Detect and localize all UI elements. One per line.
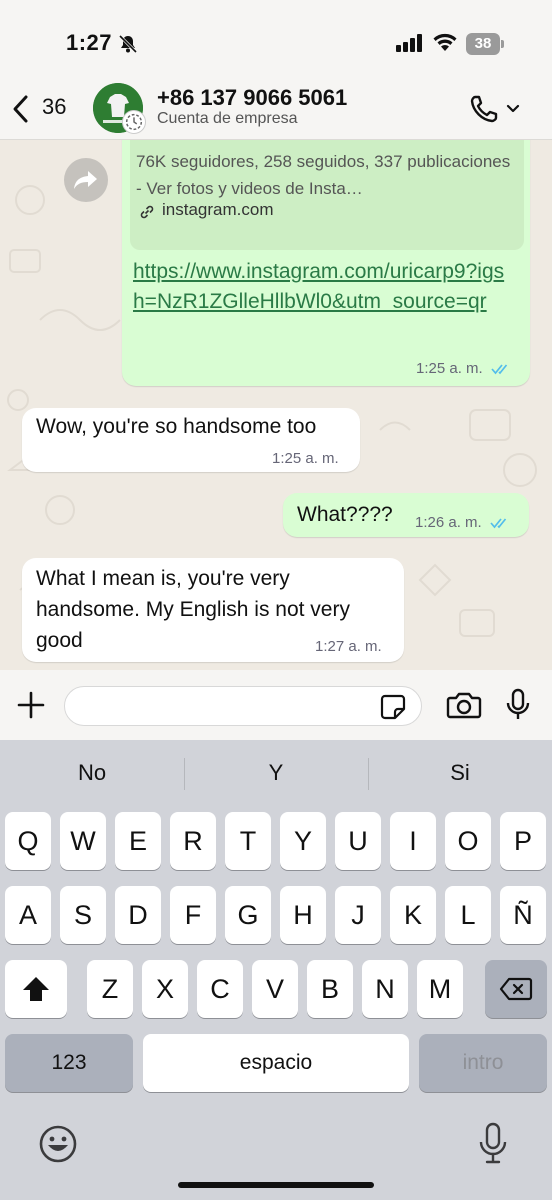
message-composer [0, 670, 552, 740]
key-l[interactable]: L [445, 886, 491, 944]
key-g[interactable]: G [225, 886, 271, 944]
phone-icon[interactable] [470, 93, 522, 125]
key-d[interactable]: D [115, 886, 161, 944]
forward-button[interactable] [64, 158, 108, 202]
cellular-signal-icon [396, 34, 422, 52]
battery-icon: 38 [466, 33, 504, 55]
message-link[interactable]: https://www.instagram.com/uricarp9?igsh=… [133, 257, 513, 317]
link-preview-description: 76K seguidores, 258 seguidos, 337 public… [136, 152, 511, 198]
business-badge-icon [122, 110, 146, 134]
numbers-key[interactable]: 123 [5, 1034, 133, 1092]
read-ticks-icon [490, 518, 507, 529]
message-bubble-incoming[interactable]: What I mean is, you're very handsome. My… [22, 558, 404, 662]
suggestion-3[interactable]: Si [368, 760, 552, 786]
sticker-icon[interactable] [380, 694, 406, 720]
message-text: What???? [297, 503, 393, 526]
key-m[interactable]: M [417, 960, 463, 1018]
home-indicator [178, 1182, 374, 1188]
key-n-tilde[interactable]: Ñ [500, 886, 546, 944]
wifi-icon [433, 33, 457, 51]
chat-header: 36 +86 137 9066 5061 Cuenta de empresa [0, 80, 552, 140]
link-icon [140, 205, 154, 219]
back-unread-count[interactable]: 36 [42, 94, 66, 120]
delete-key[interactable] [485, 960, 547, 1018]
message-time: 1:25 a. m. [416, 360, 483, 377]
space-key[interactable]: espacio [143, 1034, 409, 1092]
microphone-icon[interactable] [505, 688, 531, 722]
message-meta: 1:26 a. m. [415, 514, 512, 531]
message-time: 1:26 a. m. [415, 514, 482, 531]
key-p[interactable]: P [500, 812, 546, 870]
message-bubble-outgoing[interactable]: What???? 1:26 a. m. [283, 493, 529, 537]
status-bar: 1:27 38 [0, 0, 552, 80]
key-u[interactable]: U [335, 812, 381, 870]
read-ticks-icon [491, 364, 508, 375]
key-y[interactable]: Y [280, 812, 326, 870]
key-o[interactable]: O [445, 812, 491, 870]
message-meta: 1:25 a. m. [416, 360, 513, 377]
contact-name[interactable]: +86 137 9066 5061 [157, 85, 347, 111]
key-j[interactable]: J [335, 886, 381, 944]
contact-subtitle: Cuenta de empresa [157, 110, 298, 127]
status-time: 1:27 [66, 30, 113, 55]
key-q[interactable]: Q [5, 812, 51, 870]
message-bubble-incoming[interactable]: Wow, you're so handsome too 1:25 a. m. [22, 408, 360, 472]
key-f[interactable]: F [170, 886, 216, 944]
message-input[interactable] [64, 686, 422, 726]
key-b[interactable]: B [307, 960, 353, 1018]
key-v[interactable]: V [252, 960, 298, 1018]
key-x[interactable]: X [142, 960, 188, 1018]
key-z[interactable]: Z [87, 960, 133, 1018]
message-time: 1:27 a. m. [315, 638, 382, 655]
suggestion-2[interactable]: Y [184, 760, 368, 786]
dictation-mic-icon[interactable] [478, 1122, 508, 1166]
key-k[interactable]: K [390, 886, 436, 944]
shift-key[interactable] [5, 960, 67, 1018]
plus-icon[interactable] [16, 690, 46, 720]
bell-slash-icon [118, 34, 138, 54]
key-r[interactable]: R [170, 812, 216, 870]
message-bubble-outgoing[interactable]: 76K seguidores, 258 seguidos, 337 public… [122, 140, 530, 386]
key-t[interactable]: T [225, 812, 271, 870]
key-s[interactable]: S [60, 886, 106, 944]
message-time: 1:25 a. m. [272, 450, 339, 467]
delete-icon [499, 977, 533, 1001]
key-w[interactable]: W [60, 812, 106, 870]
forward-icon [74, 171, 97, 189]
link-preview-domain: instagram.com [162, 200, 274, 219]
suggestion-1[interactable]: No [0, 760, 184, 786]
link-preview-card[interactable]: 76K seguidores, 258 seguidos, 337 public… [130, 140, 524, 250]
key-n[interactable]: N [362, 960, 408, 1018]
message-text: Wow, you're so handsome too [36, 415, 317, 438]
battery-level: 38 [466, 33, 500, 55]
key-e[interactable]: E [115, 812, 161, 870]
chevron-down-icon [506, 104, 520, 113]
key-c[interactable]: C [197, 960, 243, 1018]
key-h[interactable]: H [280, 886, 326, 944]
camera-icon[interactable] [446, 690, 482, 720]
chevron-left-icon[interactable] [10, 94, 32, 124]
key-i[interactable]: I [390, 812, 436, 870]
shift-icon [23, 977, 49, 1001]
return-key[interactable]: intro [419, 1034, 547, 1092]
predictive-bar: No Y Si [0, 740, 552, 808]
chat-area[interactable]: 76K seguidores, 258 seguidos, 337 public… [0, 140, 552, 670]
key-a[interactable]: A [5, 886, 51, 944]
keyboard: No Y Si Q W E R T Y U I O P A S D F G H … [0, 740, 552, 1200]
emoji-icon[interactable] [38, 1124, 78, 1164]
